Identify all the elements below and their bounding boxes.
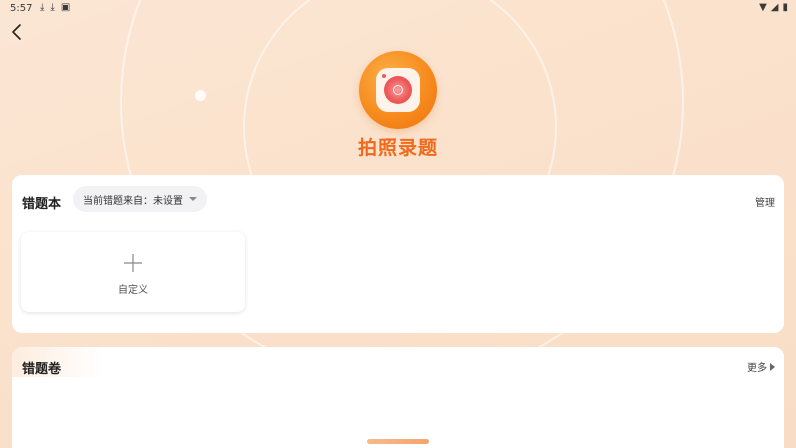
app-logo — [359, 51, 437, 129]
more-label: 更多 — [747, 363, 767, 374]
more-button[interactable]: 更多 — [747, 359, 775, 374]
plus-icon — [124, 254, 142, 272]
chevron-left-icon — [12, 24, 21, 40]
status-notification-icons: ⤓ ⤓ ▣ — [40, 2, 70, 14]
keyboard-a-icon: ▣ — [60, 2, 71, 13]
status-bar: 5:57 ⤓ ⤓ ▣ ▼ ◢ ▮ — [0, 0, 796, 18]
download-icon: ⤓ — [40, 2, 45, 13]
mistake-notebook-card: 错题本 当前错题来自：未设置 管理 自定义 — [12, 175, 784, 333]
source-selector[interactable]: 当前错题来自：未设置 — [73, 186, 207, 212]
signal-icon: ◢ — [770, 2, 779, 13]
manage-button[interactable]: 管理 — [755, 194, 775, 209]
custom-tile-label: 自定义 — [118, 285, 148, 296]
caret-down-icon — [189, 197, 197, 201]
paper-title: 错题卷 — [22, 362, 62, 377]
source-selector-label: 当前错题来自：未设置 — [83, 195, 183, 207]
custom-notebook-tile[interactable]: 自定义 — [21, 232, 245, 312]
download-icon: ⤓ — [50, 2, 55, 13]
camera-icon — [376, 68, 420, 112]
wifi-icon: ▼ — [759, 2, 767, 13]
arrow-right-icon — [770, 362, 775, 371]
mistake-paper-card: 错题卷 更多 — [12, 347, 784, 448]
status-system-icons: ▼ ◢ ▮ — [759, 2, 788, 13]
page-title: 拍照录题 — [357, 137, 438, 159]
background-dot — [195, 90, 206, 101]
status-time: 5:57 — [10, 3, 33, 14]
notebook-title: 错题本 — [22, 197, 62, 212]
battery-icon: ▮ — [782, 2, 788, 13]
back-button[interactable] — [8, 22, 28, 42]
camera-lens — [384, 76, 412, 104]
bottom-tab-indicator — [367, 439, 429, 444]
